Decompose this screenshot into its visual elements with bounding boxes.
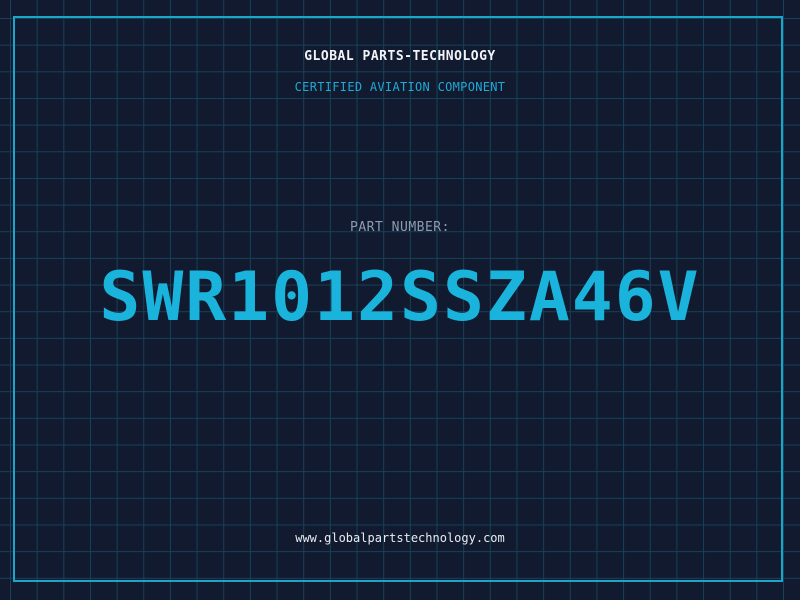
part-number-label: PART NUMBER: xyxy=(350,220,450,235)
certification-subtitle: CERTIFIED AVIATION COMPONENT xyxy=(294,80,506,94)
company-name: GLOBAL PARTS-TECHNOLOGY xyxy=(304,49,496,64)
part-number-value: SWR1012SSZA46V xyxy=(99,258,701,337)
website-url: www.globalpartstechnology.com xyxy=(295,531,505,545)
